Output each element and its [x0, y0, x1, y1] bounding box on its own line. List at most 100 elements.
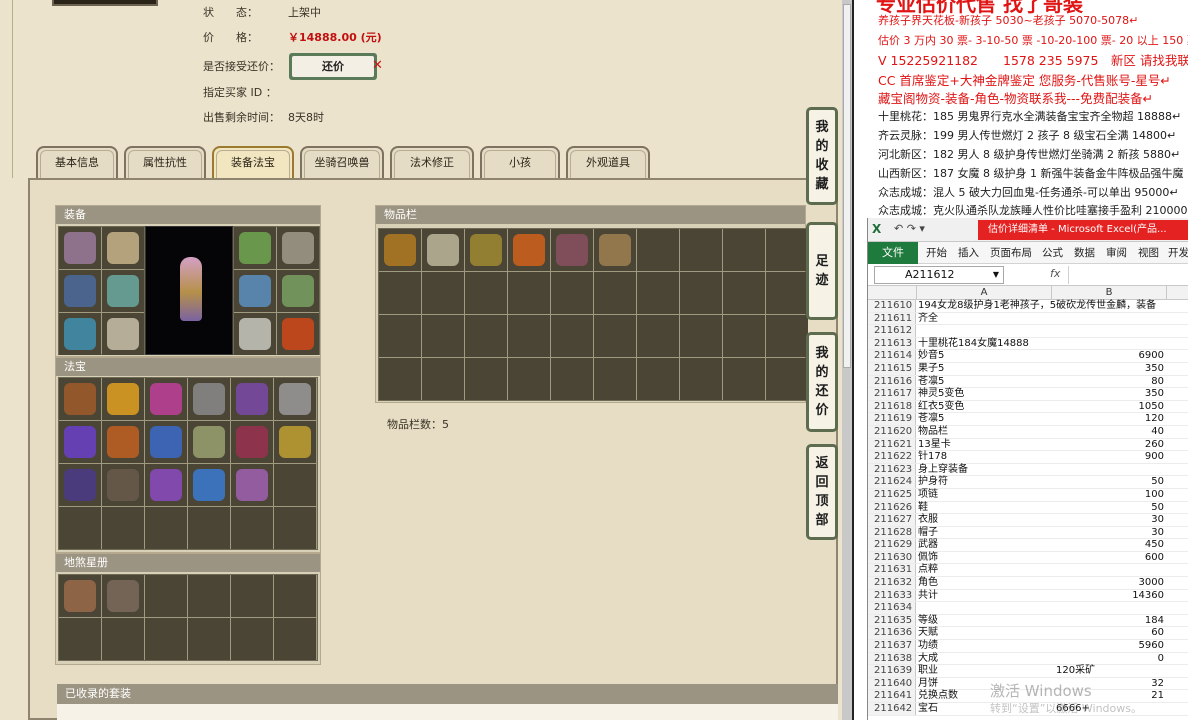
sheet-row[interactable]: 211625 项链 100 [868, 488, 1188, 502]
sheet-row[interactable]: 211637 功绩 5960 [868, 640, 1188, 653]
fabao-item-icon[interactable] [188, 378, 230, 420]
row-number[interactable]: 211642 [868, 703, 916, 715]
cell-b[interactable]: 350 [1052, 363, 1164, 376]
cell-b[interactable]: 30 [1052, 527, 1164, 540]
cell-a[interactable]: 点粹 [918, 564, 1178, 577]
sheet-row[interactable]: 211618 红衣5变色 1050 [868, 400, 1188, 414]
row-number[interactable]: 211612 [868, 325, 916, 337]
fabao-item-icon[interactable] [188, 421, 230, 463]
equipment-item-icon[interactable] [277, 227, 319, 269]
cell-b[interactable]: 6900 [1052, 350, 1164, 363]
sheet-row[interactable]: 211621 13星卡 260 [868, 438, 1188, 452]
star-card-icon[interactable] [59, 575, 101, 617]
fabao-item-icon[interactable] [145, 464, 187, 506]
sheet-row[interactable]: 211612 [868, 325, 1188, 338]
fabao-item-icon[interactable] [145, 378, 187, 420]
cell-b[interactable]: 120 [1052, 413, 1164, 426]
sheet-row[interactable]: 211630 佩饰 600 [868, 551, 1188, 565]
sheet-row[interactable]: 211639 职业 120采矿 [868, 665, 1188, 678]
cell-b[interactable]: 3000 [1052, 577, 1164, 590]
equipment-item-icon[interactable] [59, 313, 101, 355]
fabao-item-icon[interactable] [231, 464, 273, 506]
footprint-button[interactable]: 足迹 [806, 222, 838, 320]
fabao-item-icon[interactable] [59, 378, 101, 420]
fabao-item-icon[interactable] [102, 421, 144, 463]
inventory-item-icon[interactable] [422, 229, 464, 271]
tab-equipment[interactable]: 装备法宝 [212, 146, 294, 178]
ribbon-tab-insert[interactable]: 插入 [958, 242, 979, 264]
sheet-row[interactable]: 211613 十里桃花184女魔14888 [868, 337, 1188, 351]
favorites-button[interactable]: 我的收藏 [806, 107, 838, 205]
row-number[interactable]: 211641 [868, 690, 916, 702]
inventory-item-icon[interactable] [379, 229, 421, 271]
scrollbar-thumb[interactable] [843, 4, 851, 368]
cell-b[interactable]: 50 [1052, 476, 1164, 489]
sheet-row[interactable]: 211610 194女龙8级护身1老神孩子，5破砍龙传世金麟，装备 [868, 300, 1188, 313]
ribbon-tab-page-layout[interactable]: 页面布局 [990, 242, 1032, 264]
tab-spell-mods[interactable]: 法术修正 [390, 146, 474, 178]
equipment-item-icon[interactable] [102, 313, 144, 355]
row-number[interactable]: 211617 [868, 388, 916, 400]
counter-offer-button[interactable]: 还价 [289, 53, 377, 80]
row-number[interactable]: 211615 [868, 362, 916, 375]
role-thumbnail[interactable] [52, 0, 158, 6]
fabao-item-icon[interactable] [102, 464, 144, 506]
cell-b[interactable]: 120采矿 [1056, 665, 1168, 678]
sheet-row[interactable]: 211631 点粹 [868, 564, 1188, 578]
cell-b[interactable]: 600 [1052, 552, 1164, 565]
tab-appearance[interactable]: 外观道具 [566, 146, 650, 178]
row-number[interactable]: 211640 [868, 677, 916, 690]
cell-b[interactable]: 100 [1052, 489, 1164, 502]
equipment-item-icon[interactable] [234, 270, 276, 312]
row-number[interactable]: 211632 [868, 577, 916, 589]
fabao-item-icon[interactable] [231, 378, 273, 420]
equipment-item-icon[interactable] [277, 270, 319, 312]
sheet-row[interactable]: 211624 护身符 50 [868, 476, 1188, 489]
sheet-row[interactable]: 211635 等级 184 [868, 614, 1188, 628]
equipment-item-icon[interactable] [102, 270, 144, 312]
cell-b[interactable]: 30 [1052, 514, 1164, 527]
sheet-row[interactable]: 211616 苍凛5 80 [868, 375, 1188, 389]
cell-b[interactable]: 350 [1052, 388, 1164, 401]
fabao-item-icon[interactable] [59, 421, 101, 463]
sheet-row[interactable]: 211617 神灵5变色 350 [868, 388, 1188, 401]
row-number[interactable]: 211613 [868, 337, 916, 350]
row-number[interactable]: 211620 [868, 425, 916, 438]
row-number[interactable]: 211618 [868, 400, 916, 413]
fabao-item-icon[interactable] [59, 464, 101, 506]
back-to-top-button[interactable]: 返回顶部 [806, 444, 838, 540]
inventory-item-icon[interactable] [594, 229, 636, 271]
cell-b[interactable]: 900 [1052, 451, 1164, 464]
row-number[interactable]: 211630 [868, 551, 916, 564]
cell-b[interactable]: 450 [1052, 539, 1164, 552]
function-icon[interactable]: fx [1050, 267, 1060, 280]
equipment-item-icon[interactable] [59, 227, 101, 269]
row-number[interactable]: 211623 [868, 463, 916, 476]
sheet-row[interactable]: 211615 果子5 350 [868, 362, 1188, 376]
cell-b[interactable]: 260 [1052, 439, 1164, 452]
equipment-item-icon[interactable] [59, 270, 101, 312]
row-number[interactable]: 211621 [868, 438, 916, 451]
fabao-item-icon[interactable] [274, 421, 316, 463]
row-number[interactable]: 211611 [868, 312, 916, 325]
inventory-item-icon[interactable] [508, 229, 550, 271]
sheet-row[interactable]: 211636 天赋 60 [868, 627, 1188, 641]
row-number[interactable]: 211622 [868, 451, 916, 463]
cell-b[interactable]: 14360 [1052, 590, 1164, 603]
sheet-row[interactable]: 211628 帽子 30 [868, 526, 1188, 540]
tab-basic-info[interactable]: 基本信息 [36, 146, 118, 178]
cell-b[interactable]: 80 [1052, 376, 1164, 389]
row-number[interactable]: 211631 [868, 564, 916, 577]
cell-b[interactable]: 50 [1052, 502, 1164, 515]
sheet-row[interactable]: 211626 鞋 50 [868, 501, 1188, 515]
cell-b[interactable]: 1050 [1052, 401, 1164, 414]
fabao-item-icon[interactable] [231, 421, 273, 463]
row-number[interactable]: 211635 [868, 614, 916, 627]
equipment-item-icon[interactable] [102, 227, 144, 269]
row-number[interactable]: 211634 [868, 602, 916, 614]
star-card-icon[interactable] [102, 575, 144, 617]
cell-b[interactable]: 5960 [1052, 640, 1164, 653]
ribbon-tab-data[interactable]: 数据 [1074, 242, 1095, 264]
cell-a[interactable]: 身上穿装备 [918, 464, 1178, 477]
cell-b[interactable]: 0 [1052, 653, 1164, 666]
